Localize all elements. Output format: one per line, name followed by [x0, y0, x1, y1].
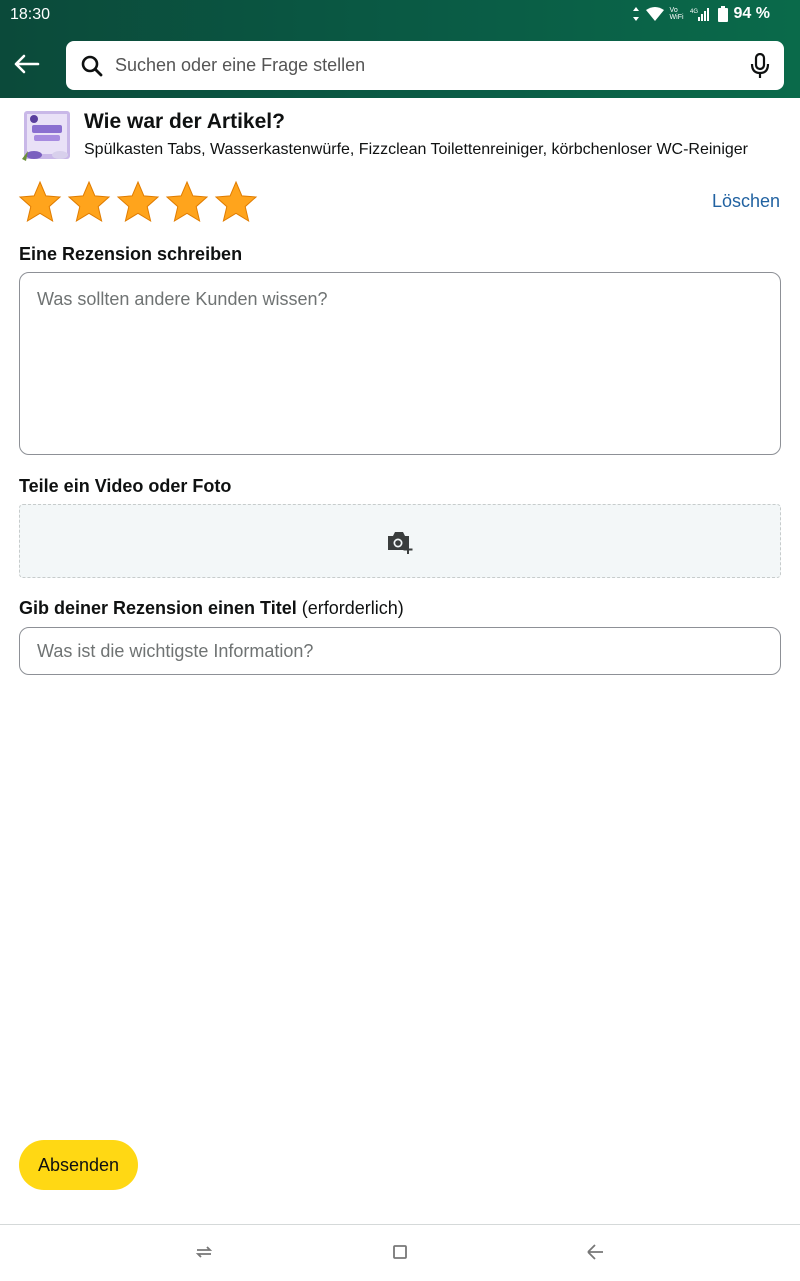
status-time: 18:30: [10, 6, 51, 23]
submit-button[interactable]: Absenden: [19, 1140, 138, 1190]
media-upload-area[interactable]: [19, 504, 781, 578]
review-placeholder: Was sollten andere Kunden wissen?: [37, 289, 328, 309]
star-icon-1[interactable]: [18, 180, 62, 224]
rating-question: Wie war der Artikel?: [84, 110, 285, 133]
svg-text:4G: 4G: [690, 9, 698, 15]
clear-rating-link[interactable]: Löschen: [712, 191, 780, 212]
battery-icon: [717, 6, 728, 22]
product-name: Spülkasten Tabs, Wasserkastenwürfe, Fizz…: [84, 141, 749, 158]
product-image: [20, 111, 72, 163]
system-nav-bar: [0, 1224, 800, 1281]
star-icon-2[interactable]: [67, 180, 111, 224]
star-rating[interactable]: [18, 180, 258, 224]
4g-signal-icon: 4G: [690, 8, 709, 21]
search-input[interactable]: Suchen oder eine Frage stellen: [115, 55, 365, 76]
back-button[interactable]: [10, 48, 44, 80]
star-icon-3[interactable]: [116, 180, 160, 224]
title-label: Gib deiner Rezension einen Titel (erford…: [19, 598, 404, 619]
back-arrow-icon: [14, 54, 40, 74]
app-header: 18:30 Vo WiFi 4G 94 % Suchen oder eine Fr…: [0, 0, 800, 98]
home-icon[interactable]: [392, 1243, 408, 1261]
vowifi-icon: Vo WiFi: [669, 7, 684, 21]
title-label-text: Gib deiner Rezension einen Titel: [19, 598, 297, 618]
battery-percent: 94 %: [733, 5, 770, 22]
review-title-input[interactable]: Was ist die wichtigste Information?: [19, 627, 781, 675]
review-label: Eine Rezension schreiben: [19, 244, 243, 264]
title-required-text: (erforderlich): [301, 598, 404, 618]
microphone-icon[interactable]: [750, 53, 770, 79]
search-icon: [81, 55, 103, 77]
status-icons: Vo WiFi 4G 94 %: [632, 5, 770, 23]
data-arrows-icon: [632, 7, 639, 21]
search-bar[interactable]: Suchen oder eine Frage stellen: [66, 41, 784, 90]
wifi-icon: [645, 7, 664, 21]
media-label: Teile ein Video oder Foto: [19, 476, 232, 496]
review-textarea[interactable]: Was sollten andere Kunden wissen?: [19, 272, 781, 455]
title-placeholder: Was ist die wichtigste Information?: [37, 641, 314, 661]
star-icon-4[interactable]: [165, 180, 209, 224]
star-icon-5[interactable]: [214, 180, 258, 224]
recent-apps-icon[interactable]: [195, 1243, 213, 1261]
status-bar: 18:30 Vo WiFi 4G 94 %: [0, 0, 800, 30]
camera-add-icon: [388, 532, 413, 554]
back-icon[interactable]: [585, 1243, 605, 1261]
